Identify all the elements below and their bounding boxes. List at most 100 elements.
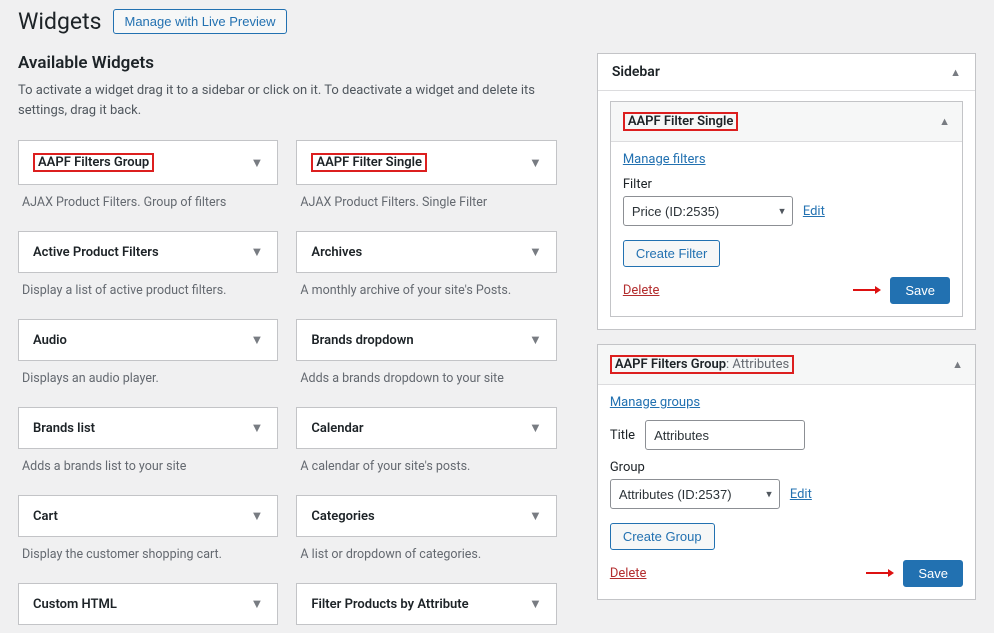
widget-cell: Brands dropdown ▼ Adds a brands dropdown t…: [296, 317, 556, 405]
delete-widget-link[interactable]: Delete: [610, 566, 647, 581]
available-widget-title: Active Product Filters: [33, 245, 159, 260]
available-widgets-heading: Available Widgets: [18, 53, 557, 73]
title-row: Title: [610, 420, 963, 450]
chevron-up-icon: ▲: [950, 66, 961, 79]
available-widget-item[interactable]: Calendar ▼: [296, 407, 556, 449]
manage-live-preview-button[interactable]: Manage with Live Preview: [113, 9, 286, 34]
widget-cell: Archives ▼ A monthly archive of your site'…: [296, 229, 556, 317]
chevron-down-icon: ▼: [251, 596, 264, 612]
page-header: Widgets Manage with Live Preview: [18, 8, 976, 35]
highlight-box: AAPF Filter Single: [311, 153, 427, 172]
chevron-down-icon: ▼: [529, 244, 542, 260]
manage-groups-link[interactable]: Manage groups: [610, 395, 700, 410]
sidebar-area-header[interactable]: Sidebar ▲: [598, 54, 975, 91]
widget-cell: AAPF Filters Group ▼ AJAX Product Filters.…: [18, 138, 278, 229]
available-widget-item[interactable]: Categories ▼: [296, 495, 556, 537]
sidebar-area: Sidebar ▲ AAPF Filter Single ▲ Manage fi…: [597, 53, 976, 330]
available-widget-desc: A monthly archive of your site's Posts.: [296, 273, 556, 317]
chevron-down-icon: ▼: [251, 155, 264, 171]
chevron-down-icon: ▼: [251, 508, 264, 524]
available-widget-item[interactable]: Archives ▼: [296, 231, 556, 273]
available-widget-desc: Display a list of active product filters…: [18, 273, 278, 317]
chevron-up-icon: ▲: [952, 358, 963, 371]
available-widget-desc: Adds a brands dropdown to your site: [296, 361, 556, 405]
delete-widget-link[interactable]: Delete: [623, 283, 660, 298]
available-widgets-column: Available Widgets To activate a widget d…: [18, 53, 557, 625]
widget-instance-header[interactable]: AAPF Filters Group: Attributes ▲: [598, 345, 975, 385]
sidebar-area-title: Sidebar: [612, 64, 660, 80]
available-widget-title: Categories: [311, 509, 374, 524]
widget-footer-row: Delete Save: [623, 277, 950, 304]
available-widgets-help: To activate a widget drag it to a sideba…: [18, 81, 538, 120]
available-widget-desc: Display the customer shopping cart.: [18, 537, 278, 581]
widget-instance-title: AAPF Filters Group: Attributes: [615, 357, 789, 372]
chevron-down-icon: ▼: [529, 155, 542, 171]
filter-select[interactable]: Price (ID:2535): [623, 196, 793, 226]
chevron-down-icon: ▼: [529, 420, 542, 436]
chevron-down-icon: ▼: [529, 332, 542, 348]
page-title: Widgets: [18, 8, 101, 35]
available-widget-title: Filter Products by Attribute: [311, 597, 468, 612]
filter-select-wrap: Price (ID:2535) ▾: [623, 196, 793, 226]
widget-cell: Cart ▼ Display the customer shopping cart.: [18, 493, 278, 581]
available-widget-item[interactable]: Filter Products by Attribute ▼: [296, 583, 556, 625]
widget-instance-header[interactable]: AAPF Filter Single ▲: [611, 102, 962, 142]
widget-instance-filter-single: AAPF Filter Single ▲ Manage filters Filt…: [610, 101, 963, 317]
available-widget-item[interactable]: Custom HTML ▼: [18, 583, 278, 625]
chevron-down-icon: ▼: [251, 332, 264, 348]
available-widget-title: Cart: [33, 509, 58, 524]
save-button[interactable]: Save: [890, 277, 950, 304]
save-button[interactable]: Save: [903, 560, 963, 587]
available-widget-item[interactable]: Brands list▼: [18, 407, 278, 449]
filter-row: Price (ID:2535) ▾ Edit: [623, 196, 950, 226]
widget-cell: Active Product Filters ▼ Display a list of…: [18, 229, 278, 317]
widget-cell: Filter Products by Attribute ▼: [296, 581, 556, 625]
widget-footer-row: Delete Save: [610, 560, 963, 587]
available-widget-title: Custom HTML: [33, 597, 117, 612]
available-widget-desc: AJAX Product Filters. Group of filters: [18, 185, 278, 229]
widget-cell: Categories▼A list or dropdown of categor…: [296, 493, 556, 581]
widget-instance-filters-group: AAPF Filters Group: Attributes ▲ Manage …: [597, 344, 976, 600]
create-group-button[interactable]: Create Group: [610, 523, 715, 550]
available-widget-title: AAPF Filter Single: [316, 155, 422, 170]
available-widget-title: Calendar: [311, 421, 363, 436]
available-widget-item[interactable]: Cart ▼: [18, 495, 278, 537]
save-group: Save: [866, 560, 963, 587]
available-widget-item[interactable]: AAPF Filters Group ▼: [18, 140, 278, 185]
available-widget-desc: Adds a brands list to your site: [18, 449, 278, 493]
arrow-right-icon: [866, 568, 894, 578]
available-widget-desc: A calendar of your site's posts.: [296, 449, 556, 493]
available-widget-title: Archives: [311, 245, 362, 260]
group-row: Attributes (ID:2537) ▾ Edit: [610, 479, 963, 509]
available-widget-title: Audio: [33, 333, 67, 348]
edit-filter-link[interactable]: Edit: [803, 204, 825, 219]
available-widget-title: Brands dropdown: [311, 333, 413, 348]
chevron-down-icon: ▼: [251, 420, 264, 436]
available-widget-item[interactable]: Active Product Filters ▼: [18, 231, 278, 273]
available-widget-item[interactable]: AAPF Filter Single ▼: [296, 140, 556, 185]
widget-cell: Custom HTML ▼: [18, 581, 278, 625]
highlight-box: AAPF Filters Group: Attributes: [610, 355, 794, 374]
edit-group-link[interactable]: Edit: [790, 487, 812, 502]
widget-cell: Audio ▼ Displays an audio player.: [18, 317, 278, 405]
group-select-wrap: Attributes (ID:2537) ▾: [610, 479, 780, 509]
chevron-up-icon: ▲: [939, 115, 950, 128]
available-widget-item[interactable]: Audio ▼: [18, 319, 278, 361]
available-widget-title: AAPF Filters Group: [38, 155, 149, 170]
create-filter-button[interactable]: Create Filter: [623, 240, 721, 267]
arrow-right-icon: [853, 285, 881, 295]
chevron-down-icon: ▼: [529, 596, 542, 612]
group-select[interactable]: Attributes (ID:2537): [610, 479, 780, 509]
manage-filters-link[interactable]: Manage filters: [623, 152, 706, 167]
available-widget-item[interactable]: Brands dropdown ▼: [296, 319, 556, 361]
title-label: Title: [610, 428, 635, 443]
sidebar-area-body: AAPF Filter Single ▲ Manage filters Filt…: [598, 91, 975, 329]
chevron-down-icon: ▼: [251, 244, 264, 260]
chevron-down-icon: ▼: [529, 508, 542, 524]
title-input[interactable]: [645, 420, 805, 450]
widget-instance-title: AAPF Filter Single: [628, 114, 734, 129]
available-widget-desc: Displays an audio player.: [18, 361, 278, 405]
save-group: Save: [853, 277, 950, 304]
sidebar-column: Sidebar ▲ AAPF Filter Single ▲ Manage fi…: [597, 53, 976, 625]
group-label: Group: [610, 460, 963, 475]
